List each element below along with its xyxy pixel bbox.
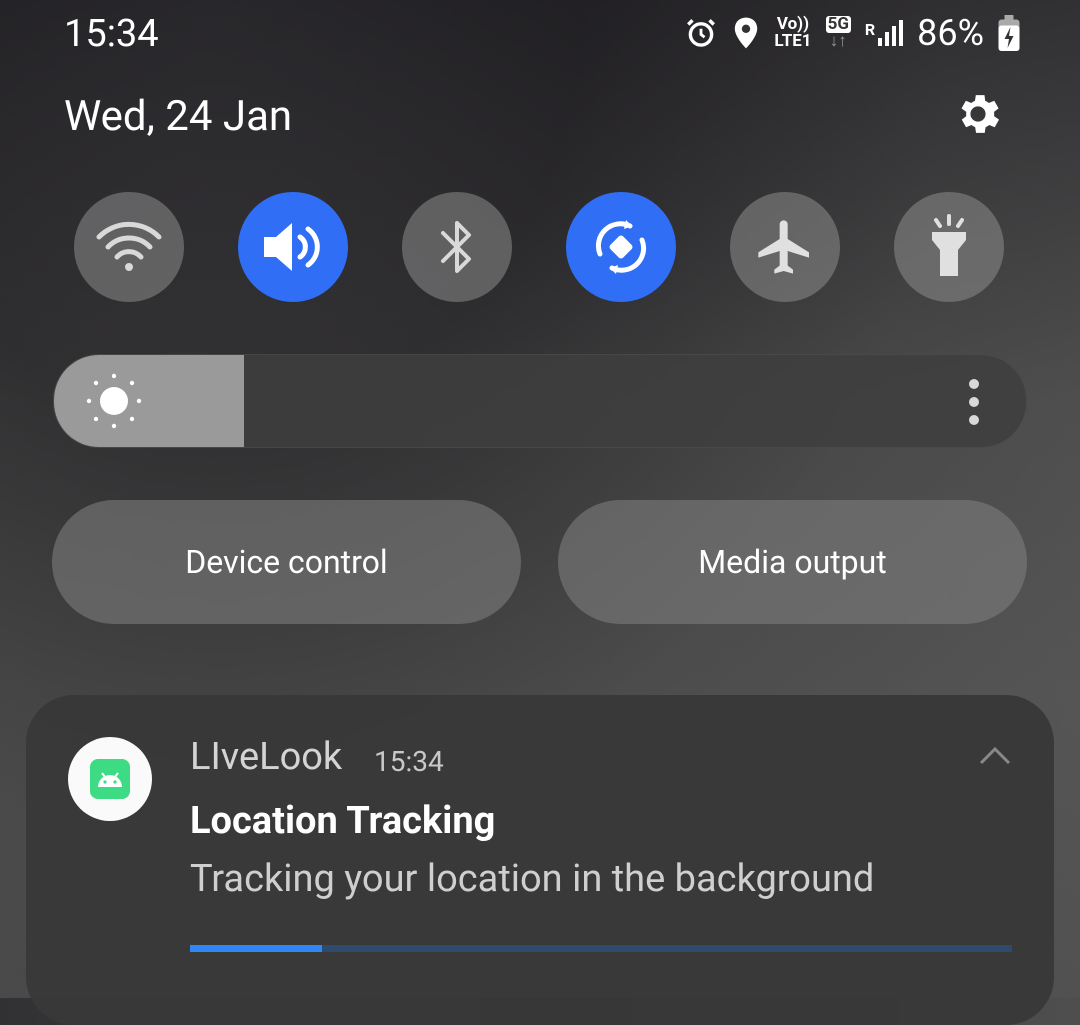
brightness-sun-icon bbox=[86, 373, 142, 429]
airplane-toggle[interactable] bbox=[730, 192, 840, 302]
notification-body: Tracking your location in the background bbox=[190, 857, 875, 901]
flashlight-icon bbox=[932, 214, 966, 276]
android-icon bbox=[90, 759, 130, 799]
wifi-toggle[interactable] bbox=[74, 192, 184, 302]
progress-fill bbox=[190, 945, 322, 952]
settings-gear-icon[interactable] bbox=[952, 88, 1004, 140]
volte-indicator: Vo)) LTE1 bbox=[774, 14, 812, 51]
notification-title: Location Tracking bbox=[190, 799, 496, 843]
collapse-chevron-icon[interactable] bbox=[978, 745, 1012, 767]
alarm-icon bbox=[687, 19, 716, 47]
media-output-button[interactable]: Media output bbox=[558, 500, 1027, 624]
rotate-icon bbox=[595, 220, 647, 274]
more-options-icon[interactable] bbox=[968, 379, 980, 425]
brightness-fill bbox=[54, 355, 244, 447]
bluetooth-icon bbox=[441, 221, 471, 273]
5g-indicator: 5G ↓↑ bbox=[825, 14, 851, 51]
app-icon bbox=[68, 737, 152, 821]
status-time: 15:34 bbox=[64, 12, 159, 56]
signal-icon: R bbox=[865, 20, 904, 46]
battery-percent: 86% bbox=[917, 12, 984, 54]
bluetooth-toggle[interactable] bbox=[402, 192, 512, 302]
wifi-icon bbox=[96, 221, 162, 271]
sound-toggle[interactable] bbox=[238, 192, 348, 302]
date: Wed, 24 Jan bbox=[64, 92, 293, 141]
status-icons: Vo)) LTE1 5G ↓↑ R 86% bbox=[684, 12, 1020, 54]
volume-icon bbox=[264, 223, 320, 271]
notification-card[interactable]: LIveLook 15:34 Location Tracking Trackin… bbox=[26, 695, 1054, 1025]
device-control-button[interactable]: Device control bbox=[52, 500, 521, 624]
notification-time: 15:34 bbox=[374, 745, 444, 778]
app-name: LIveLook bbox=[190, 735, 343, 779]
progress-bar bbox=[190, 945, 1012, 952]
battery-charging-icon bbox=[998, 15, 1020, 51]
media-output-label: Media output bbox=[698, 543, 887, 581]
auto-rotate-toggle[interactable] bbox=[566, 192, 676, 302]
location-icon bbox=[735, 17, 758, 49]
device-control-label: Device control bbox=[185, 543, 388, 581]
flashlight-toggle[interactable] bbox=[894, 192, 1004, 302]
brightness-slider[interactable] bbox=[53, 354, 1027, 448]
airplane-icon bbox=[758, 220, 809, 274]
